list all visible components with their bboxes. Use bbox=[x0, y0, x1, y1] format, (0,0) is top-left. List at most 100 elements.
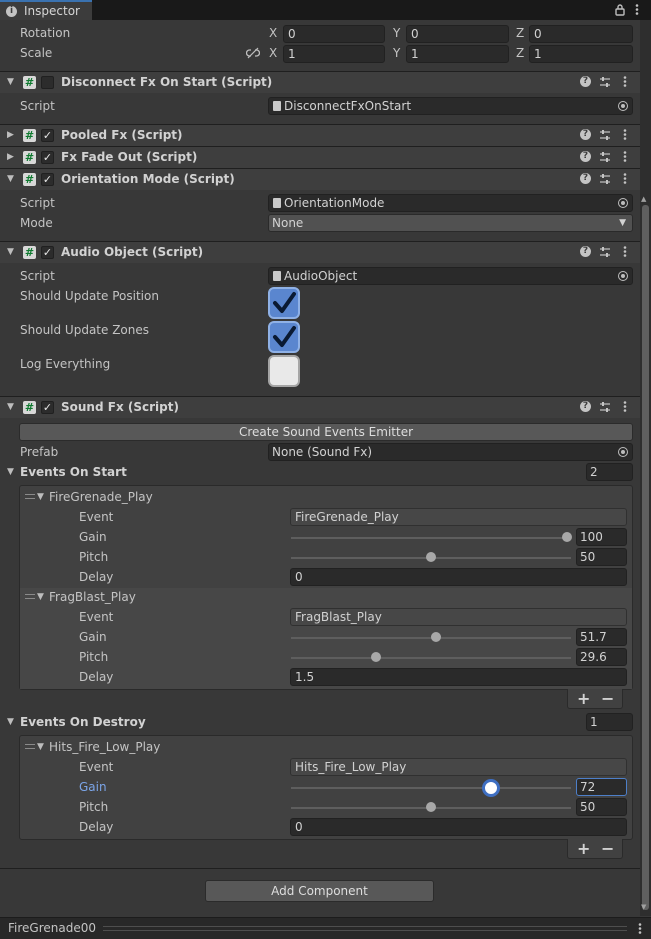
rotation-y-field[interactable]: 0 bbox=[406, 25, 509, 43]
object-picker-icon[interactable] bbox=[618, 101, 628, 111]
foldout-expanded-icon[interactable]: ▼ bbox=[37, 742, 44, 752]
presets-icon[interactable] bbox=[599, 151, 611, 163]
list-item-title[interactable]: FireGrenade_Play bbox=[49, 490, 153, 504]
update-position-checkbox[interactable] bbox=[268, 287, 300, 319]
scale-z-label[interactable]: Z bbox=[516, 46, 524, 60]
log-everything-checkbox[interactable] bbox=[268, 355, 300, 387]
pitch-slider-handle[interactable] bbox=[426, 802, 436, 812]
component-menu-icon[interactable] bbox=[622, 128, 628, 141]
link-icon[interactable] bbox=[246, 47, 260, 59]
component-menu-icon[interactable] bbox=[622, 75, 628, 88]
drag-handle-icon[interactable] bbox=[25, 594, 35, 599]
presets-icon[interactable] bbox=[599, 173, 611, 185]
pitch-value-field[interactable]: 50 bbox=[576, 548, 627, 566]
component-menu-icon[interactable] bbox=[622, 172, 628, 185]
rotation-z-field[interactable]: 0 bbox=[529, 25, 633, 43]
drag-handle-icon[interactable] bbox=[25, 494, 35, 499]
object-picker-icon[interactable] bbox=[618, 271, 628, 281]
gain-slider-handle[interactable] bbox=[562, 532, 572, 542]
enabled-checkbox[interactable]: ✓ bbox=[41, 173, 54, 186]
component-header-sound-fx[interactable]: ▼ # ✓ Sound Fx (Script) bbox=[0, 396, 640, 418]
scale-x-field[interactable]: 1 bbox=[283, 45, 385, 63]
help-icon[interactable]: ? bbox=[580, 129, 591, 140]
component-header-orientation-mode[interactable]: ▼ # ✓ Orientation Mode (Script) bbox=[0, 168, 640, 190]
delay-field[interactable]: 1.5 bbox=[290, 668, 627, 686]
delay-field[interactable]: 0 bbox=[290, 568, 627, 586]
foldout-collapsed-icon[interactable]: ▶ bbox=[7, 152, 14, 162]
pitch-slider-handle[interactable] bbox=[370, 652, 381, 662]
add-element-button[interactable]: + bbox=[577, 839, 590, 858]
scale-z-field[interactable]: 1 bbox=[529, 45, 633, 63]
component-menu-icon[interactable] bbox=[622, 400, 628, 413]
help-icon[interactable]: ? bbox=[580, 151, 591, 162]
script-object-field[interactable]: AudioObject bbox=[268, 267, 633, 285]
foldout-expanded-icon[interactable]: ▼ bbox=[7, 77, 14, 87]
gain-slider-track[interactable] bbox=[291, 787, 571, 789]
remove-element-button[interactable]: − bbox=[601, 689, 614, 708]
scale-x-label[interactable]: X bbox=[269, 46, 277, 60]
rotation-y-label[interactable]: Y bbox=[393, 26, 400, 40]
foldout-expanded-icon[interactable]: ▼ bbox=[37, 592, 44, 602]
foldout-expanded-icon[interactable]: ▼ bbox=[7, 402, 14, 412]
gain-value-field[interactable]: 100 bbox=[576, 528, 627, 546]
component-header-pooled-fx[interactable]: ▶ # ✓ Pooled Fx (Script) bbox=[0, 124, 640, 146]
script-object-field[interactable]: DisconnectFxOnStart bbox=[268, 97, 633, 115]
kebab-menu-icon[interactable] bbox=[634, 3, 640, 16]
component-menu-icon[interactable] bbox=[622, 245, 628, 258]
enabled-checkbox[interactable]: ✓ bbox=[41, 151, 54, 164]
help-icon[interactable]: ? bbox=[580, 246, 591, 257]
presets-icon[interactable] bbox=[599, 129, 611, 141]
mode-dropdown[interactable]: None ▼ bbox=[268, 214, 633, 232]
scroll-up-icon[interactable]: ▲ bbox=[641, 195, 646, 203]
update-zones-checkbox[interactable] bbox=[268, 321, 300, 353]
drag-handle-icon[interactable] bbox=[25, 744, 35, 749]
prefab-object-field[interactable]: None (Sound Fx) bbox=[268, 443, 633, 461]
component-menu-icon[interactable] bbox=[622, 150, 628, 163]
gain-slider-track[interactable] bbox=[291, 537, 571, 539]
pitch-slider-track[interactable] bbox=[291, 657, 571, 659]
event-field[interactable]: FragBlast_Play bbox=[290, 608, 627, 626]
list-item-title[interactable]: Hits_Fire_Low_Play bbox=[49, 740, 160, 754]
foldout-expanded-icon[interactable]: ▼ bbox=[37, 492, 44, 502]
script-object-field[interactable]: OrientationMode bbox=[268, 194, 633, 212]
scale-y-field[interactable]: 1 bbox=[406, 45, 509, 63]
create-sound-events-emitter-button[interactable]: Create Sound Events Emitter bbox=[19, 423, 633, 441]
presets-icon[interactable] bbox=[599, 246, 611, 258]
list-item-title[interactable]: FragBlast_Play bbox=[49, 590, 136, 604]
scrollbar-thumb[interactable] bbox=[642, 205, 649, 910]
gain-value-field[interactable]: 51.7 bbox=[576, 628, 627, 646]
rotation-x-label[interactable]: X bbox=[269, 26, 277, 40]
lock-icon[interactable] bbox=[614, 3, 626, 16]
add-component-button[interactable]: Add Component bbox=[205, 880, 434, 902]
enabled-checkbox[interactable]: ✓ bbox=[41, 246, 54, 259]
gain-slider-handle[interactable] bbox=[481, 779, 500, 797]
events-on-start-label[interactable]: Events On Start bbox=[20, 465, 127, 479]
event-field[interactable]: FireGrenade_Play bbox=[290, 508, 627, 526]
add-element-button[interactable]: + bbox=[577, 689, 590, 708]
presets-icon[interactable] bbox=[599, 401, 611, 413]
enabled-checkbox[interactable] bbox=[41, 76, 54, 89]
foldout-collapsed-icon[interactable]: ▶ bbox=[7, 130, 14, 140]
gain-slider-handle[interactable] bbox=[430, 632, 441, 642]
enabled-checkbox[interactable]: ✓ bbox=[41, 129, 54, 142]
scroll-down-icon[interactable]: ▼ bbox=[641, 903, 646, 911]
pitch-slider-handle[interactable] bbox=[426, 552, 436, 562]
events-on-start-size-field[interactable]: 2 bbox=[586, 463, 633, 481]
component-header-audio-object[interactable]: ▼ # ✓ Audio Object (Script) bbox=[0, 241, 640, 263]
kebab-menu-icon[interactable] bbox=[637, 922, 643, 935]
foldout-expanded-icon[interactable]: ▼ bbox=[7, 717, 14, 727]
rotation-x-field[interactable]: 0 bbox=[283, 25, 385, 43]
gain-value-field[interactable]: 72 bbox=[576, 778, 627, 796]
presets-icon[interactable] bbox=[599, 76, 611, 88]
pitch-value-field[interactable]: 50 bbox=[576, 798, 627, 816]
enabled-checkbox[interactable]: ✓ bbox=[41, 401, 54, 414]
foldout-expanded-icon[interactable]: ▼ bbox=[7, 247, 14, 257]
component-header-disconnect-fx[interactable]: ▼ # Disconnect Fx On Start (Script) bbox=[0, 71, 640, 93]
component-header-fx-fade-out[interactable]: ▶ # ✓ Fx Fade Out (Script) bbox=[0, 146, 640, 168]
tab-inspector[interactable]: i Inspector bbox=[0, 0, 92, 20]
help-icon[interactable]: ? bbox=[580, 401, 591, 412]
pitch-value-field[interactable]: 29.6 bbox=[576, 648, 627, 666]
events-on-destroy-size-field[interactable]: 1 bbox=[586, 713, 633, 731]
help-icon[interactable]: ? bbox=[580, 173, 591, 184]
delay-field[interactable]: 0 bbox=[290, 818, 627, 836]
